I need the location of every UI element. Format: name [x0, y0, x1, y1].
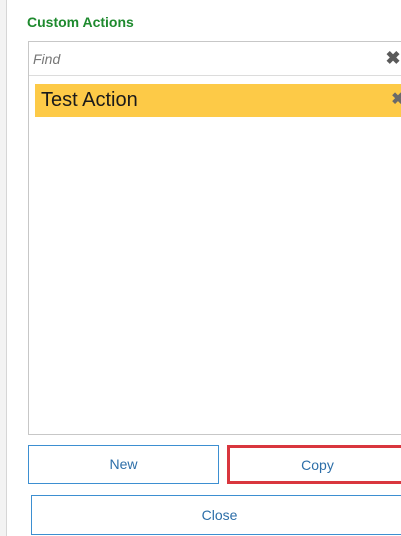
panel-title: Custom Actions	[27, 14, 134, 30]
close-icon[interactable]: ✖	[389, 91, 401, 109]
find-row: ✖	[29, 42, 401, 76]
close-icon[interactable]: ✖	[384, 49, 401, 67]
find-input[interactable]	[33, 49, 353, 69]
custom-actions-list[interactable]: ✖ Test Action ✖	[28, 41, 401, 435]
copy-button[interactable]: Copy	[227, 445, 401, 484]
list-item-label: Test Action	[41, 89, 138, 111]
list-item[interactable]: Test Action ✖	[35, 84, 401, 117]
custom-actions-panel: Custom Actions ✖ Test Action ✖ New Copy …	[6, 0, 401, 536]
new-button[interactable]: New	[28, 445, 219, 484]
close-button[interactable]: Close	[31, 495, 401, 535]
